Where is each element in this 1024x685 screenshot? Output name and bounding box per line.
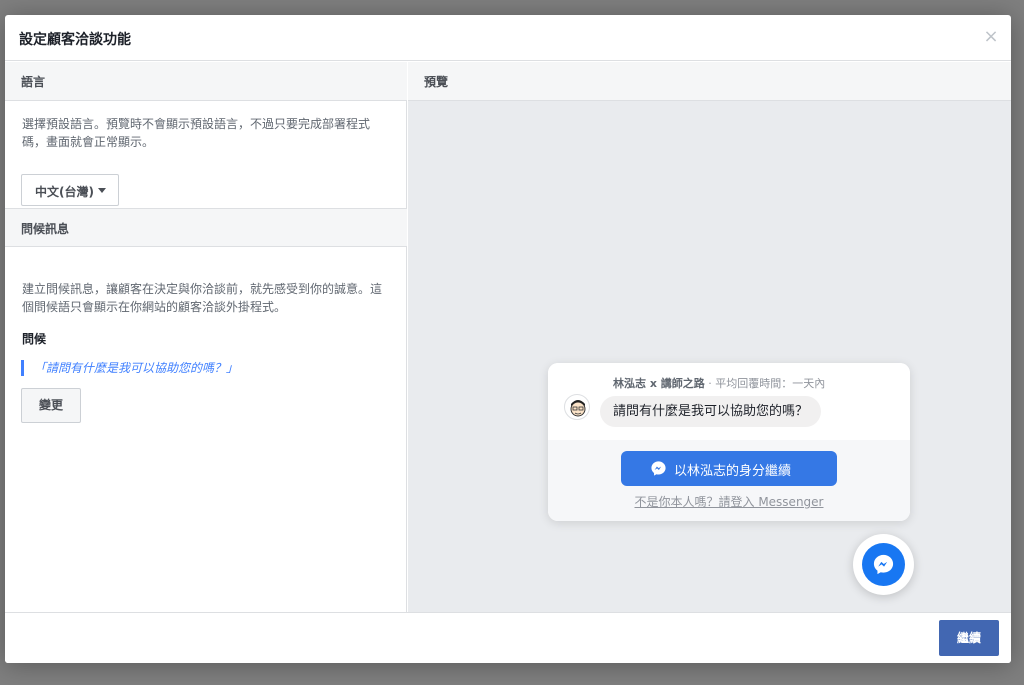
settings-pane: 語言 選擇預設語言。預覽時不會顯示預設語言，不過只要完成部署程式碼，畫面就會正常… [5, 62, 407, 612]
language-description: 選擇預設語言。預覽時不會顯示預設語言，不過只要完成部署程式碼，畫面就會正常顯示。 [22, 117, 371, 149]
avatar-illustration-icon [570, 400, 586, 417]
messenger-chat-button-inner [862, 543, 905, 586]
language-selected-value: 中文(台灣) [35, 185, 94, 199]
chat-preview-card: 林泓志 x 講師之路 · 平均回覆時間：一天內 請問有什麼是我可以協助您的嗎？ [548, 363, 910, 521]
preview-pane: 預覽 林泓志 x 講師之路 · 平均回覆時間：一天內 請問有什麼是我可以協助您的… [408, 62, 1011, 612]
dialog-footer: 繼續 [5, 612, 1011, 663]
page-name: 林泓志 x 講師之路 [613, 377, 705, 390]
caret-down-icon [98, 188, 106, 193]
preview-section-header: 預覽 [408, 62, 1011, 101]
dialog-title: 設定顧客洽談功能 [19, 32, 131, 48]
messenger-chat-button[interactable] [853, 534, 914, 595]
greeting-label: 問候 [22, 332, 47, 346]
dialog-header: 設定顧客洽談功能 × [5, 15, 1011, 61]
language-section-header: 語言 [5, 62, 407, 101]
continue-as-user-label: 以林泓志的身分繼續 [674, 464, 792, 479]
language-dropdown[interactable]: 中文(台灣) [21, 174, 119, 206]
continue-as-user-button[interactable]: 以林泓志的身分繼續 [621, 451, 837, 486]
greeting-section-header: 問候訊息 [5, 208, 407, 247]
greeting-description: 建立問候訊息，讓顧客在決定與你洽談前，就先感受到你的誠意。這個問候語只會顯示在你… [22, 282, 383, 314]
messenger-icon [873, 554, 894, 575]
greeting-section-title: 問候訊息 [21, 222, 70, 236]
page-info: 林泓志 x 講師之路 · 平均回覆時間：一天內 [613, 375, 825, 391]
greeting-text: 「請問有什麼是我可以協助您的嗎？」 [21, 360, 238, 376]
language-section-title: 語言 [21, 75, 46, 89]
greeting-bubble: 請問有什麼是我可以協助您的嗎？ [600, 396, 822, 427]
chat-plugin-setup-dialog: 設定顧客洽談功能 × 語言 選擇預設語言。預覽時不會顯示預設語言，不過只要完成部… [5, 15, 1011, 663]
messenger-icon [651, 461, 666, 476]
continue-button[interactable]: 繼續 [939, 620, 999, 656]
change-greeting-button[interactable]: 變更 [21, 388, 81, 423]
response-time: · 平均回覆時間：一天內 [708, 377, 826, 390]
login-messenger-link[interactable]: 不是你本人嗎？請登入 Messenger [548, 493, 910, 510]
preview-section-title: 預覽 [424, 75, 449, 89]
avatar [564, 394, 590, 420]
chat-message-area: 林泓志 x 講師之路 · 平均回覆時間：一天內 請問有什麼是我可以協助您的嗎？ [548, 363, 910, 440]
close-icon[interactable]: × [983, 27, 999, 47]
